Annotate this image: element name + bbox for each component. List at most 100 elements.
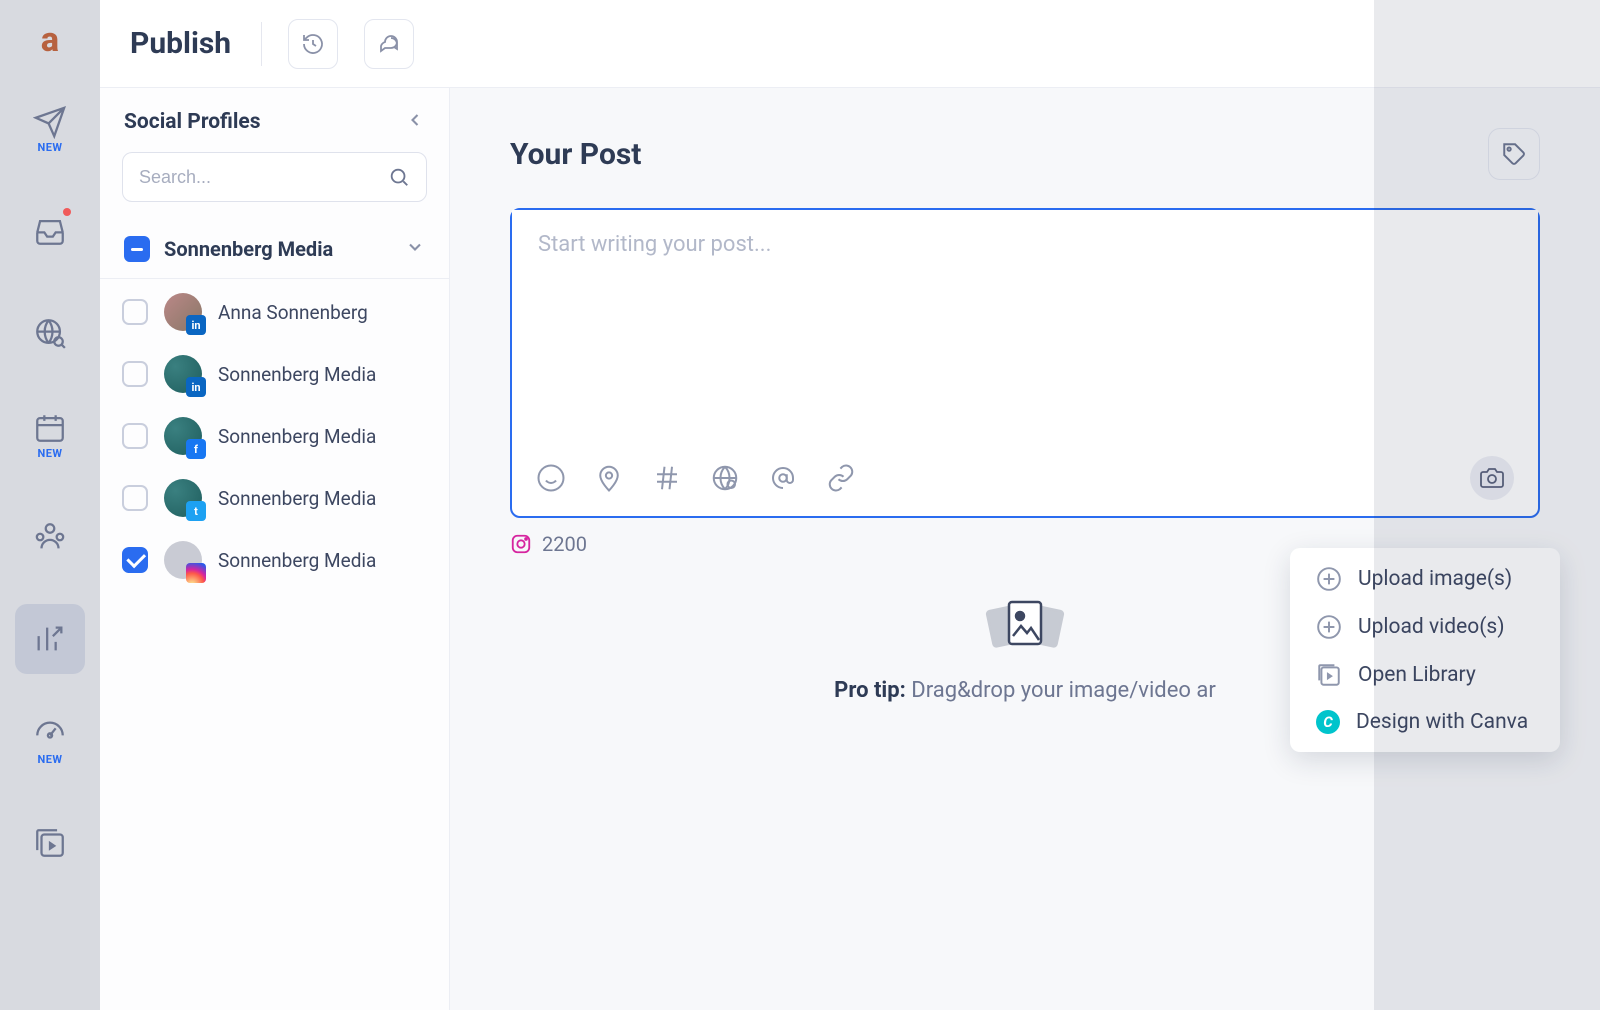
profile-group-row[interactable]: Sonnenberg Media <box>100 220 449 279</box>
profile-label: Sonnenberg Media <box>218 425 376 448</box>
facebook-icon: f <box>186 439 206 459</box>
chat-icon <box>377 32 401 56</box>
profile-checkbox[interactable] <box>122 299 148 325</box>
linkedin-icon: in <box>186 315 206 335</box>
search-input[interactable] <box>139 167 388 188</box>
profile-row[interactable]: t Sonnenberg Media <box>122 479 427 517</box>
analytics-icon <box>33 622 67 656</box>
group-checkbox-partial[interactable] <box>124 236 150 262</box>
group-name: Sonnenberg Media <box>164 237 391 261</box>
plus-circle-icon <box>1316 566 1342 592</box>
media-menu: Upload image(s) Upload video(s) Open Lib… <box>1290 548 1560 752</box>
new-badge: NEW <box>37 753 62 766</box>
profile-row[interactable]: in Sonnenberg Media <box>122 355 427 393</box>
link-button[interactable] <box>826 463 856 493</box>
search-icon <box>388 166 410 188</box>
instagram-icon <box>510 533 532 555</box>
tag-button[interactable] <box>1488 128 1540 180</box>
emoji-button[interactable] <box>536 463 566 493</box>
search-box[interactable] <box>122 152 427 202</box>
nav-item-library[interactable] <box>15 808 85 878</box>
upload-videos-item[interactable]: Upload video(s) <box>1316 614 1534 640</box>
library-icon <box>1316 662 1342 688</box>
notification-dot-icon <box>63 208 71 216</box>
chevron-down-icon <box>405 237 425 257</box>
calendar-icon <box>33 411 67 445</box>
menu-label: Design with Canva <box>1356 710 1528 734</box>
profile-checkbox[interactable] <box>122 547 148 573</box>
inbox-icon <box>33 214 67 248</box>
editor-title: Your Post <box>510 137 641 172</box>
nav-item-send[interactable]: NEW <box>15 94 85 164</box>
profile-label: Sonnenberg Media <box>218 487 376 510</box>
nav-item-discover[interactable] <box>15 298 85 368</box>
globe-search-icon <box>33 316 67 350</box>
upload-images-item[interactable]: Upload image(s) <box>1316 566 1534 592</box>
char-count-value: 2200 <box>542 532 587 556</box>
avatar: in <box>164 293 202 331</box>
camera-icon <box>1480 466 1504 490</box>
media-stack-icon <box>980 596 1070 660</box>
history-button[interactable] <box>288 19 338 69</box>
globe-icon <box>710 463 740 493</box>
instagram-icon <box>186 563 206 583</box>
profile-checkbox[interactable] <box>122 361 148 387</box>
twitter-icon: t <box>186 501 206 521</box>
profile-label: Sonnenberg Media <box>218 363 376 386</box>
new-badge: NEW <box>37 141 62 154</box>
profile-checkbox[interactable] <box>122 423 148 449</box>
tag-icon <box>1501 141 1527 167</box>
nav-item-team[interactable] <box>15 502 85 572</box>
profile-row[interactable]: in Anna Sonnenberg <box>122 293 427 331</box>
page-title: Publish <box>130 26 231 61</box>
nav-rail: a NEW NEW NEW <box>0 0 100 1010</box>
separator <box>261 22 262 66</box>
nav-item-analytics[interactable] <box>15 604 85 674</box>
protip-label: Pro tip: <box>834 678 906 703</box>
app-logo: a <box>28 18 72 62</box>
location-icon <box>594 463 624 493</box>
collapse-sidebar-button[interactable] <box>405 110 425 134</box>
hashtag-icon <box>652 463 682 493</box>
canva-icon: C <box>1316 710 1340 734</box>
profile-label: Anna Sonnenberg <box>218 301 368 324</box>
mention-button[interactable] <box>768 463 798 493</box>
new-badge: NEW <box>37 447 62 460</box>
composer <box>510 208 1540 518</box>
menu-label: Upload image(s) <box>1358 567 1512 591</box>
dropzone-text: Pro tip: Drag&drop your image/video ar <box>834 678 1216 703</box>
mention-icon <box>768 463 798 493</box>
library-icon <box>33 826 67 860</box>
avatar <box>164 541 202 579</box>
composer-toolbar <box>512 444 1538 516</box>
linkedin-icon: in <box>186 377 206 397</box>
hashtag-button[interactable] <box>652 463 682 493</box>
menu-label: Open Library <box>1358 663 1476 687</box>
globe-button[interactable] <box>710 463 740 493</box>
nav-item-inbox[interactable] <box>15 196 85 266</box>
team-icon <box>33 520 67 554</box>
nav-item-calendar[interactable]: NEW <box>15 400 85 470</box>
profile-row[interactable]: f Sonnenberg Media <box>122 417 427 455</box>
profile-row[interactable]: Sonnenberg Media <box>122 541 427 579</box>
add-media-button[interactable] <box>1470 456 1514 500</box>
protip-body: Drag&drop your image/video ar <box>911 678 1216 703</box>
nav-item-dashboard[interactable]: NEW <box>15 706 85 776</box>
chevron-left-icon <box>405 110 425 130</box>
profile-checkbox[interactable] <box>122 485 148 511</box>
gauge-icon <box>33 717 67 751</box>
open-library-item[interactable]: Open Library <box>1316 662 1534 688</box>
location-button[interactable] <box>594 463 624 493</box>
topbar: Publish <box>100 0 1600 88</box>
avatar: t <box>164 479 202 517</box>
design-canva-item[interactable]: C Design with Canva <box>1316 710 1534 734</box>
avatar: f <box>164 417 202 455</box>
paper-plane-icon <box>33 105 67 139</box>
avatar: in <box>164 355 202 393</box>
expand-group-button[interactable] <box>405 237 425 261</box>
conversations-button[interactable] <box>364 19 414 69</box>
emoji-icon <box>536 463 566 493</box>
profiles-list: in Anna Sonnenberg in Sonnenberg Media <box>100 279 449 593</box>
post-textarea[interactable] <box>512 210 1538 444</box>
plus-circle-icon <box>1316 614 1342 640</box>
